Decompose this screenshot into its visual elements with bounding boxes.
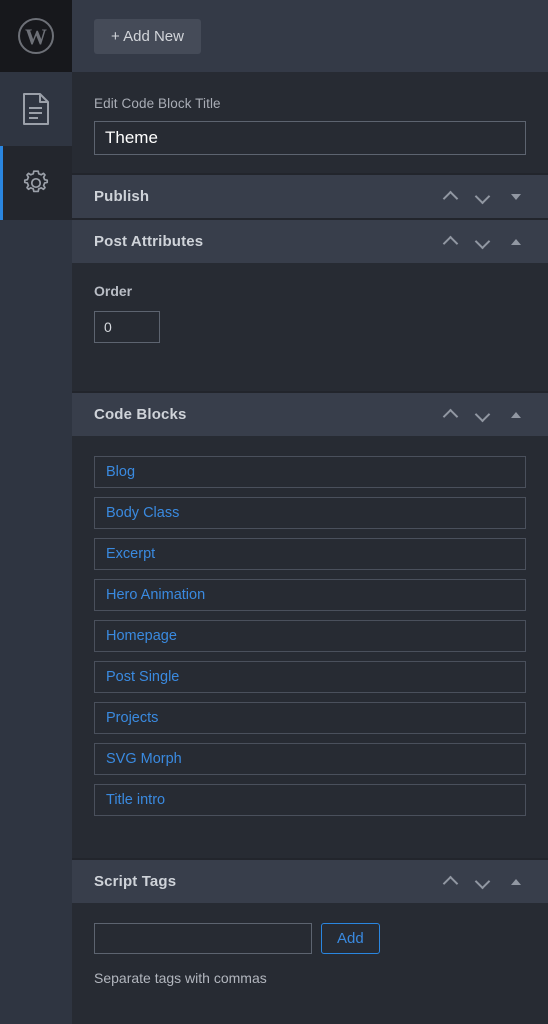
- code-block-item[interactable]: Homepage: [94, 620, 526, 652]
- chevron-down-icon: [476, 238, 489, 246]
- code-block-item[interactable]: SVG Morph: [94, 743, 526, 775]
- wordpress-logo[interactable]: W: [0, 0, 72, 72]
- panel-post-attributes: Post Attributes Order: [72, 218, 548, 391]
- code-block-link[interactable]: Title intro: [106, 792, 165, 808]
- order-field-label: Order: [94, 283, 133, 299]
- chevron-down-icon: [476, 193, 489, 201]
- triangle-down-icon: [511, 193, 521, 200]
- code-block-item[interactable]: Title intro: [94, 784, 526, 816]
- rail-filler: [0, 220, 72, 1024]
- triangle-up-icon: [511, 411, 521, 418]
- sidebar-item-document[interactable]: [0, 72, 72, 146]
- code-block-item[interactable]: Blog: [94, 456, 526, 488]
- chevron-up-icon: [444, 878, 457, 886]
- code-block-item[interactable]: Hero Animation: [94, 579, 526, 611]
- code-block-link[interactable]: Body Class: [106, 505, 179, 521]
- wordpress-logo-icon: W: [18, 18, 54, 54]
- move-up-button[interactable]: [434, 859, 466, 904]
- panel-code-blocks-header[interactable]: Code Blocks: [72, 391, 548, 436]
- panel-code-blocks-title: Code Blocks: [94, 406, 187, 423]
- panel-script-tags-controls: [434, 859, 548, 904]
- order-input[interactable]: [94, 311, 160, 343]
- move-up-button[interactable]: [434, 174, 466, 219]
- panel-script-tags-title: Script Tags: [94, 873, 177, 890]
- sidebar-item-settings[interactable]: [0, 146, 72, 220]
- svg-text:W: W: [25, 24, 47, 49]
- panel-toggle-button[interactable]: [498, 392, 534, 437]
- chevron-up-icon: [444, 193, 457, 201]
- move-down-button[interactable]: [466, 219, 498, 264]
- panel-publish-title: Publish: [94, 188, 150, 205]
- chevron-down-icon: [476, 411, 489, 419]
- panel-toggle-button[interactable]: [498, 859, 534, 904]
- code-block-link[interactable]: Homepage: [106, 628, 177, 644]
- move-up-button[interactable]: [434, 392, 466, 437]
- panel-script-tags-body: Add Separate tags with commas: [72, 903, 548, 1006]
- main-content: + Add New Edit Code Block Title Publish …: [72, 0, 548, 1024]
- add-tag-button[interactable]: Add: [321, 923, 380, 954]
- panel-post-attributes-controls: [434, 219, 548, 264]
- code-block-link[interactable]: Excerpt: [106, 546, 155, 562]
- chevron-up-icon: [444, 238, 457, 246]
- triangle-up-icon: [511, 878, 521, 885]
- title-input[interactable]: [94, 121, 526, 155]
- move-down-button[interactable]: [466, 859, 498, 904]
- panel-script-tags: Script Tags Add Separate tags with comma…: [72, 858, 548, 1006]
- code-block-link[interactable]: Post Single: [106, 669, 179, 685]
- panel-post-attributes-header[interactable]: Post Attributes: [72, 218, 548, 263]
- code-block-link[interactable]: Projects: [106, 710, 158, 726]
- code-block-item[interactable]: Excerpt: [94, 538, 526, 570]
- script-tag-input[interactable]: [94, 923, 312, 954]
- code-block-link[interactable]: Hero Animation: [106, 587, 205, 603]
- panel-publish-header[interactable]: Publish: [72, 173, 548, 218]
- move-down-button[interactable]: [466, 392, 498, 437]
- document-icon: [23, 93, 49, 125]
- left-rail: W: [0, 0, 72, 1024]
- panel-publish: Publish: [72, 173, 548, 218]
- toolbar: + Add New: [72, 0, 548, 72]
- code-block-link[interactable]: Blog: [106, 464, 135, 480]
- panel-code-blocks: Code Blocks Blog Body Class Excerpt Hero An…: [72, 391, 548, 858]
- script-tag-row: Add: [94, 923, 526, 954]
- move-up-button[interactable]: [434, 219, 466, 264]
- triangle-up-icon: [511, 238, 521, 245]
- title-field-label: Edit Code Block Title: [94, 96, 221, 111]
- code-block-item[interactable]: Post Single: [94, 661, 526, 693]
- move-down-button[interactable]: [466, 174, 498, 219]
- script-tags-hint: Separate tags with commas: [94, 970, 267, 986]
- add-new-button[interactable]: + Add New: [94, 18, 201, 54]
- chevron-down-icon: [476, 878, 489, 886]
- panel-code-blocks-body: Blog Body Class Excerpt Hero Animation Homep…: [72, 436, 548, 858]
- code-block-link[interactable]: SVG Morph: [106, 751, 182, 767]
- title-block: Edit Code Block Title: [72, 72, 548, 173]
- panel-toggle-button[interactable]: [498, 174, 534, 219]
- panel-post-attributes-title: Post Attributes: [94, 233, 204, 250]
- panel-toggle-button[interactable]: [498, 219, 534, 264]
- code-block-item[interactable]: Body Class: [94, 497, 526, 529]
- panel-script-tags-header[interactable]: Script Tags: [72, 858, 548, 903]
- code-block-list: Blog Body Class Excerpt Hero Animation Homep…: [94, 456, 526, 816]
- panel-code-blocks-controls: [434, 392, 548, 437]
- gear-icon: [23, 170, 49, 193]
- panel-publish-controls: [434, 174, 548, 219]
- chevron-up-icon: [444, 411, 457, 419]
- code-block-item[interactable]: Projects: [94, 702, 526, 734]
- panel-post-attributes-body: Order: [72, 263, 548, 391]
